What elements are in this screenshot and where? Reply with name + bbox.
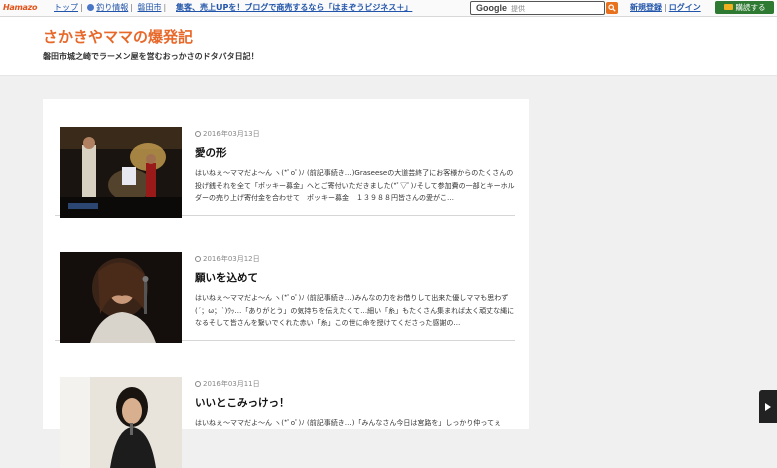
signup-link[interactable]: 新規登録	[630, 3, 662, 12]
stage-photo	[60, 127, 182, 218]
hamazo-logo[interactable]: Hamazo	[3, 3, 49, 13]
side-panel-toggle[interactable]	[759, 390, 777, 423]
nav-separator: |	[163, 3, 167, 12]
singer-photo	[60, 252, 182, 343]
post-title[interactable]: いいとこみっけっ！	[195, 395, 290, 410]
login-link[interactable]: ログイン	[669, 3, 701, 12]
account-separator: |	[664, 3, 667, 12]
post-thumbnail[interactable]	[60, 127, 182, 218]
account-links: 新規登録 | ログイン	[630, 0, 701, 16]
subscribe-button[interactable]: 購読する	[715, 1, 774, 14]
search-placeholder: 提供	[511, 5, 525, 13]
promo-link[interactable]: 集客、売上UPを！ブログで商売するなら「はまぞうビジネス＋」	[176, 0, 412, 16]
post-date-text: 2016年03月13日	[203, 130, 260, 138]
clock-icon	[195, 381, 201, 387]
post-list: 2016年03月13日 愛の形 はいねぇ～ママだよ～ん ヽ(*ﾟoﾟ)ﾉ (前記…	[43, 99, 529, 468]
post-item: 2016年03月13日 愛の形 はいねぇ～ママだよ～ん ヽ(*ﾟoﾟ)ﾉ (前記…	[55, 99, 515, 218]
clock-icon	[195, 256, 201, 262]
arrow-right-icon	[765, 403, 771, 411]
search-button[interactable]	[606, 2, 618, 14]
blog-header: さかきやママの爆発記 磐田市城之崎でラーメン屋を営むおっかさのドタバタ日記！	[0, 17, 777, 76]
nav-fishing-link[interactable]: 釣り情報	[96, 3, 128, 12]
nav-iwata-link[interactable]: 磐田市	[138, 3, 162, 12]
post-title[interactable]: 願いを込めて	[195, 270, 258, 285]
top-nav: トップ | 釣り情報 | 磐田市 |	[54, 0, 168, 16]
nav-separator: |	[80, 3, 83, 12]
top-toolbar: Hamazo トップ | 釣り情報 | 磐田市 | 集客、売上UPを！ブログで商売する…	[0, 0, 777, 17]
subscribe-label: 購読する	[735, 3, 766, 12]
post-excerpt: はいねぇ～ママだよ～ん ヽ(*ﾟoﾟ)ﾉ (前記事続き…)Graseeseの大道…	[195, 169, 515, 202]
post-date: 2016年03月12日	[195, 254, 260, 264]
post-item: 2016年03月11日 いいとこみっけっ！ はいねぇ～ママだよ～ん ヽ(*ﾟoﾟ…	[55, 349, 515, 468]
gear-icon	[87, 4, 95, 11]
post-date-text: 2016年03月11日	[203, 380, 260, 388]
blog-description: 磐田市城之崎でラーメン屋を営むおっかさのドタバタ日記！	[43, 52, 259, 61]
post-date-text: 2016年03月12日	[203, 255, 260, 263]
post-date: 2016年03月13日	[195, 129, 260, 139]
search-input[interactable]: Google 提供	[470, 1, 605, 15]
post-date: 2016年03月11日	[195, 379, 260, 389]
post-item: 2016年03月12日 願いを込めて はいねぇ～ママだよ～ん ヽ(*ﾟoﾟ)ﾉ …	[55, 224, 515, 343]
search-icon	[608, 4, 616, 12]
clock-icon	[195, 131, 201, 137]
post-thumbnail[interactable]	[60, 252, 182, 343]
post-excerpt: はいねぇ～ママだよ～ん ヽ(*ﾟoﾟ)ﾉ (前記事続き…)みんなの力をお借りして…	[195, 294, 515, 327]
nav-top-link[interactable]: トップ	[54, 3, 78, 12]
post-excerpt: はいねぇ～ママだよ～ん ヽ(*ﾟoﾟ)ﾉ (前記事続き…)「みんなさん今日は宮路…	[195, 419, 502, 427]
rss-icon	[723, 4, 733, 10]
nav-separator: |	[130, 3, 133, 12]
post-title[interactable]: 愛の形	[195, 145, 227, 160]
blog-title[interactable]: さかきやママの爆発記	[43, 28, 193, 46]
google-brand: Google	[476, 3, 507, 13]
